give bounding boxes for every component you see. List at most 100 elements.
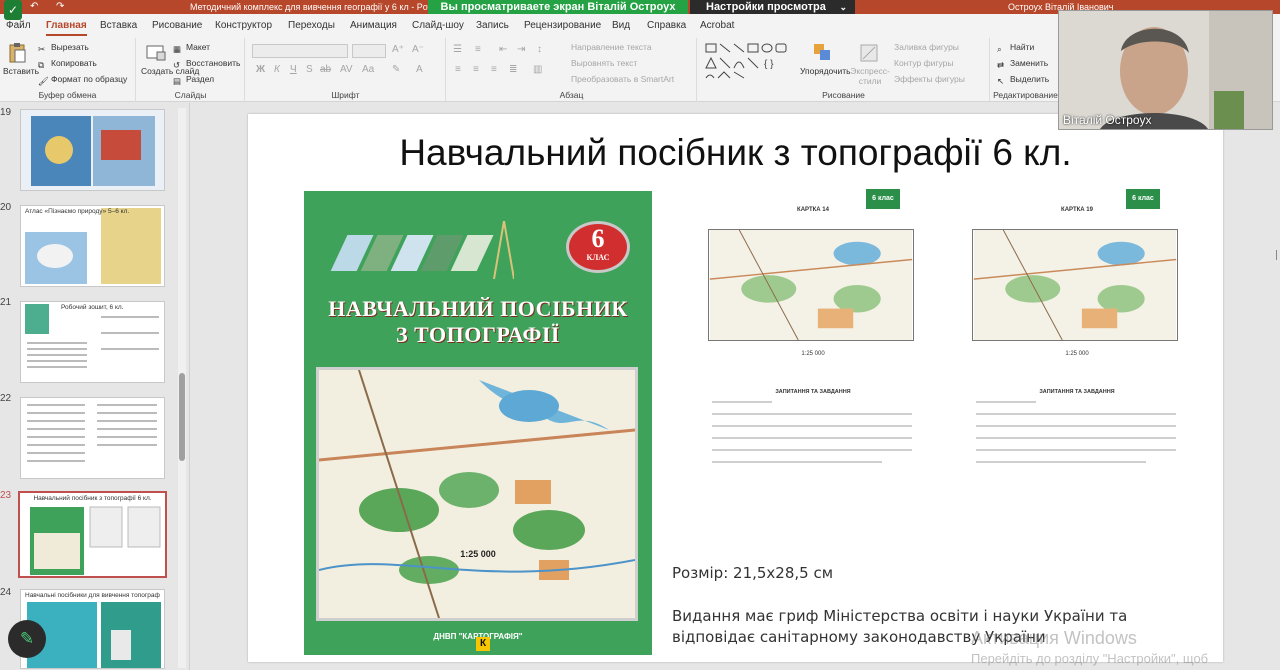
reset-button[interactable]: ↺ Восстановить [173, 58, 240, 70]
tab-record[interactable]: Запись [476, 20, 509, 31]
indent-increase-icon[interactable]: ⇥ [517, 44, 525, 55]
strikethrough-button[interactable]: ab [320, 64, 331, 75]
pen-icon[interactable]: ✎ [8, 620, 46, 658]
replace-button[interactable]: ⇄ Заменить [997, 58, 1048, 70]
bold-button[interactable]: Ж [256, 64, 265, 75]
tab-help[interactable]: Справка [647, 20, 686, 31]
paste-icon[interactable] [6, 42, 28, 64]
map-card-19[interactable]: 6 клас КАРТКА 19 1:25 000 ЗАПИТАННЯ ТА З… [966, 189, 1188, 489]
layout-button[interactable]: ▦ Макет [173, 42, 210, 54]
thumbnail-scroll-thumb[interactable] [179, 373, 185, 461]
italic-button[interactable]: К [274, 64, 280, 75]
shadow-button[interactable]: S [306, 64, 313, 75]
section-button[interactable]: ▤ Раздел [173, 74, 214, 86]
slide-thumbnail-23[interactable]: Навчальний посібник з топографії 6 кл. [18, 491, 167, 578]
slide-thumbnail-22[interactable] [20, 397, 165, 479]
tab-review[interactable]: Рецензирование [524, 20, 601, 31]
align-center-icon[interactable]: ≡ [473, 64, 479, 75]
text-line [712, 425, 912, 427]
slide-thumbnail-19[interactable] [20, 109, 165, 191]
smartart-button[interactable]: Преобразовать в SmartArt [571, 74, 674, 84]
quick-styles-button[interactable]: Экспресс-стили [850, 66, 890, 86]
increase-font-icon[interactable]: A⁺ [392, 44, 404, 55]
format-painter-button[interactable]: 🖌 Формат по образцу [38, 74, 127, 86]
grade-tag: 6 клас [866, 189, 900, 209]
book-cover-image[interactable]: 6 КЛАС НАВЧАЛЬНИЙ ПОСІБНИК З ТОПОГРАФІЇ … [304, 191, 652, 655]
shape-effects-button[interactable]: Эффекты фигуры [894, 74, 965, 84]
document-title: Методичний комплекс для вивчення географ… [190, 2, 463, 12]
font-family-select[interactable] [252, 44, 348, 58]
copy-button[interactable]: ⧉ Копировать [38, 58, 97, 70]
highlight-icon[interactable]: ✎ [392, 64, 400, 75]
replace-label: Заменить [1010, 58, 1049, 68]
editing-group-label: Редактирование [993, 90, 1058, 100]
line-spacing-icon[interactable]: ↕ [537, 44, 542, 55]
find-button[interactable]: ⌕ Найти [997, 42, 1034, 54]
columns-icon[interactable]: ▥ [533, 64, 542, 75]
bullets-icon[interactable]: ☰ [453, 44, 462, 55]
thumbnail-title: Навчальні посібники для вивчення топогра… [25, 592, 160, 599]
shape-fill-button[interactable]: Заливка фигуры [894, 42, 959, 52]
tab-view[interactable]: Вид [612, 20, 630, 31]
clipboard-group-label: Буфер обмена [38, 90, 97, 100]
book-size-text[interactable]: Розмір: 21,5x28,5 см [672, 564, 833, 582]
tab-draw[interactable]: Рисование [152, 20, 202, 31]
shapes-gallery[interactable]: { } [704, 42, 796, 82]
tab-acrobat[interactable]: Acrobat [700, 20, 734, 31]
view-settings-button[interactable]: Настройки просмотра ⌄ [690, 0, 855, 14]
spacing-button[interactable]: AV [340, 64, 353, 75]
slide-thumbnail-21[interactable]: Робочий зошит, 6 кл. [20, 301, 165, 383]
slide-thumbnail-20[interactable]: Атлас «Пізнаємо природу» 5–6 кл. [20, 205, 165, 287]
tab-home[interactable]: Главная [46, 20, 87, 36]
slides-group: Создать слайд ▦ Макет ↺ Восстановить ▤ Разд… [137, 38, 245, 102]
align-left-icon[interactable]: ≡ [455, 64, 461, 75]
font-color-icon[interactable]: A [416, 64, 423, 75]
quick-styles-icon[interactable] [858, 42, 880, 64]
map-scale: 1:25 000 [1065, 351, 1089, 357]
paste-button[interactable]: Вставить [3, 66, 39, 76]
paragraph-group-label: Абзац [559, 90, 584, 100]
tab-transitions[interactable]: Переходы [288, 20, 335, 31]
thumbnail-title: Навчальний посібник з топографії 6 кл. [33, 495, 152, 502]
tab-design[interactable]: Конструктор [215, 20, 272, 31]
align-text-button[interactable]: Выровнять текст [571, 58, 637, 68]
arrange-button[interactable]: Упорядочить [800, 66, 851, 76]
undo-icon[interactable]: ↶ [30, 0, 38, 14]
map-card-14[interactable]: 6 клас КАРТКА 14 1:25 000 ЗАПИТАННЯ ТА З… [702, 189, 924, 489]
slide-title[interactable]: Навчальний посібник з топографії 6 кл. [248, 132, 1223, 174]
numbering-icon[interactable]: ≡ [475, 44, 481, 55]
align-right-icon[interactable]: ≡ [491, 64, 497, 75]
text-direction-button[interactable]: Направление текста [571, 42, 652, 52]
thumbnail-preview [31, 116, 155, 186]
underline-button[interactable]: Ч [290, 64, 297, 75]
search-icon: ⌕ [997, 44, 1002, 54]
format-painter-label: Формат по образцу [51, 74, 128, 84]
tab-insert[interactable]: Вставка [100, 20, 137, 31]
thumbnail-preview [30, 506, 161, 575]
webcam-video[interactable]: Віталій Остроух [1058, 10, 1273, 130]
participant-name: Віталій Остроух [1063, 113, 1152, 127]
tab-animations[interactable]: Анимация [350, 20, 397, 31]
grade-tag: 6 клас [1126, 189, 1160, 209]
decrease-font-icon[interactable]: A⁻ [412, 44, 424, 55]
arrange-icon[interactable] [812, 42, 834, 64]
tab-slideshow[interactable]: Слайд-шоу [412, 20, 464, 31]
slide-thumbnail-panel: 19 20 Атлас «Пізнаємо природу» 5–6 кл. 2… [0, 103, 190, 670]
cut-button[interactable]: ✂ Вырезать [38, 42, 89, 54]
scissors-icon: ✂ [38, 44, 46, 54]
select-button[interactable]: ↖ Выделить [997, 74, 1049, 86]
windows-activation-watermark: Активация Windows [971, 628, 1137, 648]
select-label: Выделить [1010, 74, 1050, 84]
font-size-select[interactable] [352, 44, 386, 58]
thumbnail-preview [25, 208, 161, 284]
new-slide-icon[interactable] [145, 42, 167, 64]
slide-canvas[interactable]: Навчальний посібник з топографії 6 кл. 6… [248, 114, 1223, 662]
indent-decrease-icon[interactable]: ⇤ [499, 44, 507, 55]
justify-icon[interactable]: ≣ [509, 64, 517, 75]
brush-icon: 🖌 [38, 76, 49, 86]
redo-icon[interactable]: ↷ [56, 0, 64, 14]
topographic-map [318, 369, 636, 619]
shape-outline-button[interactable]: Контур фигуры [894, 58, 953, 68]
change-case-button[interactable]: Aa [362, 64, 374, 75]
tab-file[interactable]: Файл [6, 20, 31, 31]
